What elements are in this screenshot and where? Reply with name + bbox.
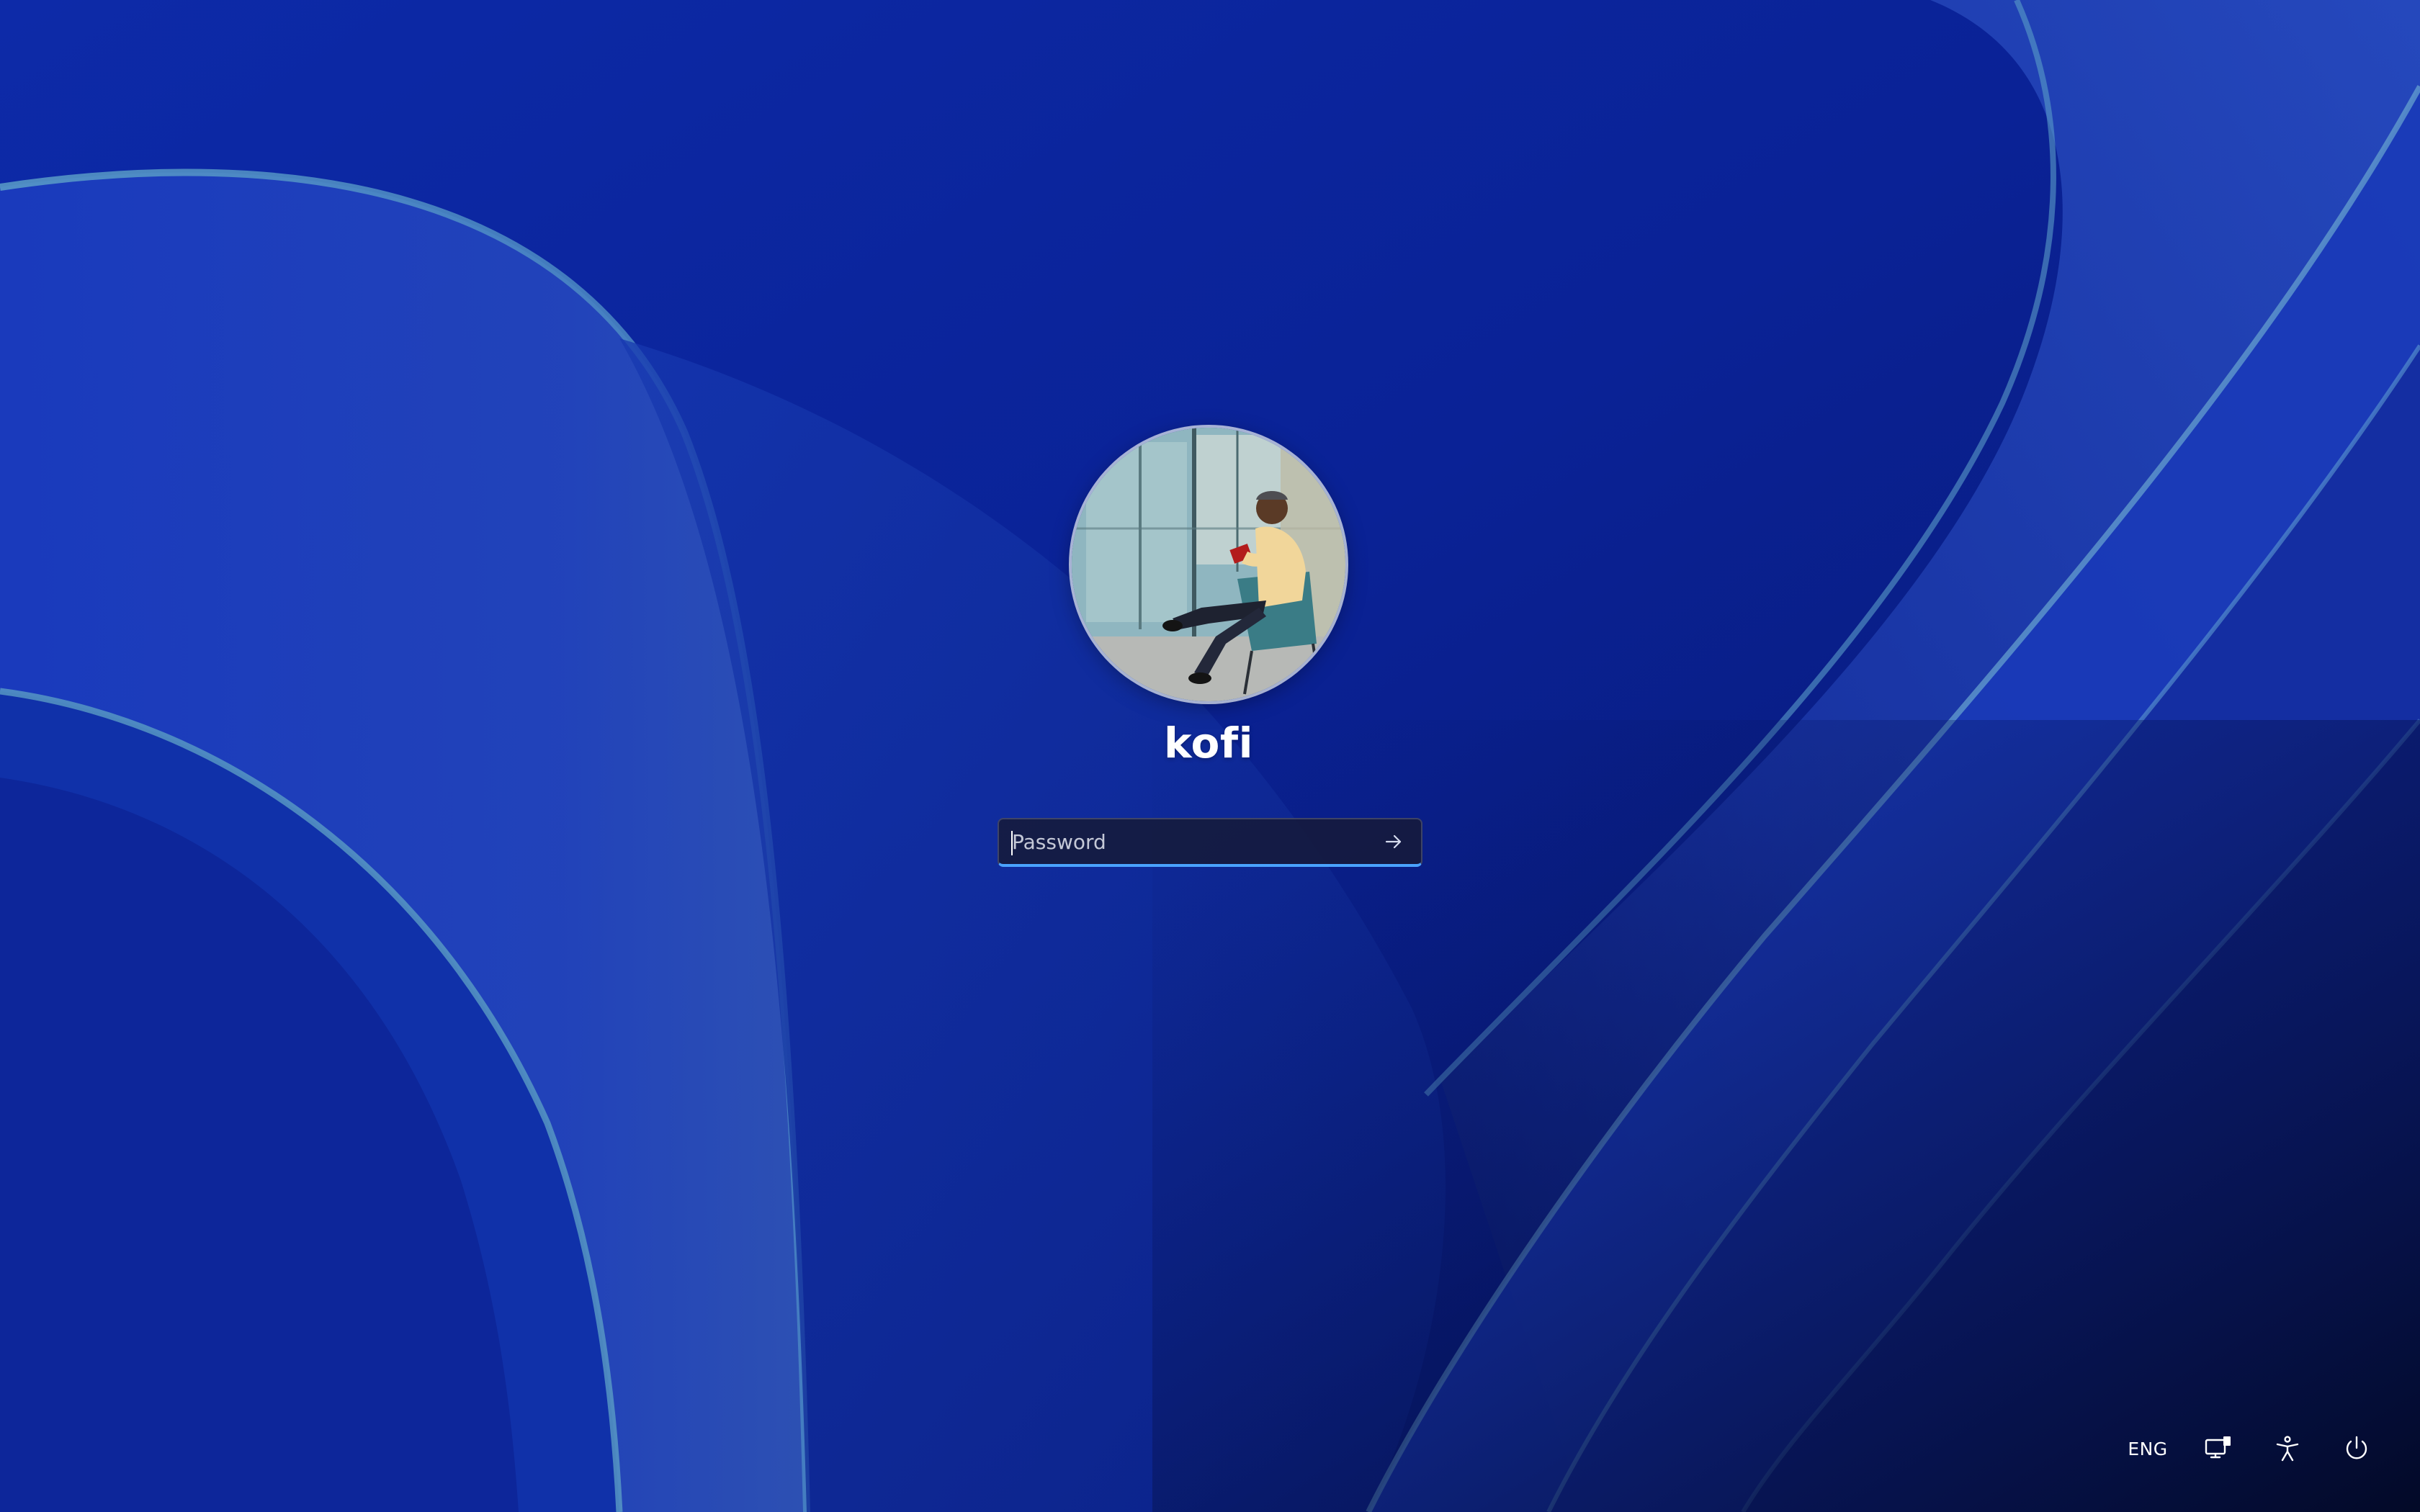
text-caret xyxy=(1011,831,1013,855)
user-avatar xyxy=(1072,428,1345,701)
avatar-photo xyxy=(1072,428,1345,701)
language-indicator[interactable]: ENG xyxy=(2112,1423,2184,1475)
password-input[interactable] xyxy=(999,819,1372,864)
arrow-right-icon xyxy=(1385,834,1402,849)
accessibility-button[interactable] xyxy=(2253,1423,2322,1475)
system-tray: ENG xyxy=(2112,1423,2391,1475)
network-icon xyxy=(2205,1436,2231,1459)
power-icon xyxy=(2346,1436,2367,1459)
network-button[interactable] xyxy=(2184,1423,2253,1475)
lock-screen: kofi ENG xyxy=(0,0,2420,1512)
accessibility-icon xyxy=(2276,1436,2299,1462)
username-label: kofi xyxy=(1164,719,1253,768)
power-button[interactable] xyxy=(2322,1423,2391,1475)
password-field[interactable] xyxy=(998,818,1422,867)
submit-button[interactable] xyxy=(1372,822,1415,862)
